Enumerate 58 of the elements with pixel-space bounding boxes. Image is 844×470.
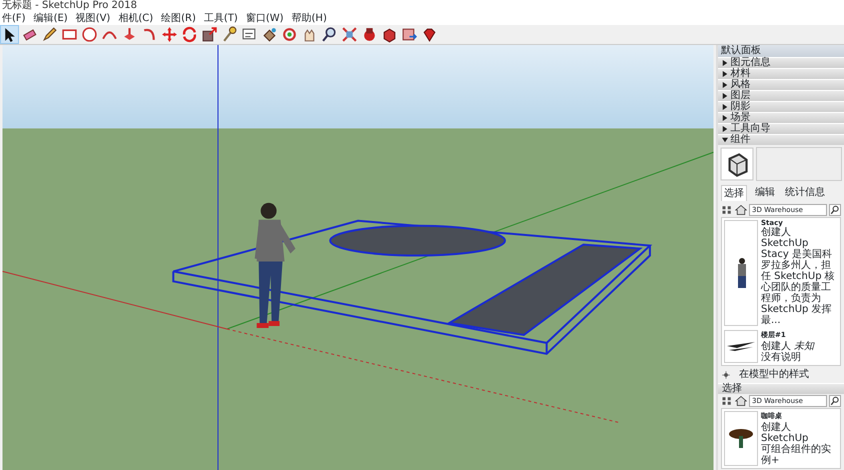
rotate-icon[interactable]: [181, 26, 198, 43]
home-icon[interactable]: [735, 204, 747, 216]
tape-measure-icon[interactable]: [221, 26, 238, 43]
item-author: 创建人 未知: [761, 341, 814, 352]
item-description: 没有说明: [761, 352, 802, 363]
package-icon[interactable]: [361, 26, 378, 43]
move-icon[interactable]: [161, 26, 178, 43]
expand-arrow-icon[interactable]: [722, 104, 728, 110]
shadow-thumbnail-icon: [727, 342, 755, 351]
menu-item[interactable]: 视图(V): [76, 12, 110, 25]
window-title: 无标题 - SketchUp Pro 2018: [0, 0, 844, 12]
cube-preview-icon: [720, 147, 754, 181]
tray-title: 默认面板: [718, 45, 844, 57]
cursor-icon[interactable]: [1, 26, 18, 43]
style-label: 在模型中的样式: [739, 368, 809, 382]
home-icon[interactable]: [735, 395, 747, 407]
panel-header[interactable]: 选择: [718, 383, 844, 394]
grid-view-icon[interactable]: [721, 395, 733, 407]
table-thumbnail-icon: [729, 429, 753, 448]
gear-icon[interactable]: [721, 370, 731, 380]
item-author: 创建人 SketchUp: [761, 422, 810, 444]
panel-header[interactable]: 组件: [730, 135, 750, 145]
panel-header[interactable]: 阴影: [730, 102, 750, 112]
tab[interactable]: 选择: [721, 185, 747, 201]
tab[interactable]: 编辑: [753, 185, 777, 201]
menu-item[interactable]: 窗口(W): [246, 12, 284, 25]
expand-arrow-icon[interactable]: [722, 115, 728, 121]
expand-arrow-icon[interactable]: [722, 82, 728, 88]
tab[interactable]: 统计信息: [783, 185, 827, 201]
panel-header[interactable]: 风格: [730, 80, 750, 90]
expand-arrow-icon[interactable]: [722, 71, 728, 77]
collapse-arrow-icon[interactable]: [722, 137, 728, 143]
scale-icon[interactable]: [201, 26, 218, 43]
panel-header[interactable]: 材料: [730, 69, 750, 79]
menu-item[interactable]: 帮助(H): [292, 12, 327, 25]
search-icon[interactable]: [829, 395, 841, 407]
upload-icon[interactable]: [401, 26, 418, 43]
circle-icon[interactable]: [81, 26, 98, 43]
menu-item[interactable]: 工具(T): [204, 12, 238, 25]
menu-item[interactable]: 相机(C): [118, 12, 154, 25]
expand-arrow-icon[interactable]: [722, 93, 728, 99]
menu-item[interactable]: 件(F): [2, 12, 26, 25]
expand-arrow-icon[interactable]: [722, 60, 728, 66]
orbit-icon[interactable]: [281, 26, 298, 43]
zoom-extents-icon[interactable]: [341, 26, 358, 43]
search-icon[interactable]: [321, 26, 338, 43]
panel-header[interactable]: 图层: [730, 91, 750, 101]
item-description: Stacy 是美国科罗拉多州人，担任 SketchUp 核心团队的质量工程师，负责为 SketchUp 发挥最...: [761, 249, 836, 326]
grid-view-icon[interactable]: [721, 204, 733, 216]
item-author: 创建人 SketchUp: [761, 227, 808, 249]
person-thumbnail-icon: [736, 258, 746, 288]
paint-bucket-icon[interactable]: [261, 26, 278, 43]
menu-item[interactable]: 绘图(R): [161, 12, 196, 25]
expand-arrow-icon[interactable]: [722, 126, 728, 132]
search-icon[interactable]: [829, 204, 841, 216]
menu-item[interactable]: 编辑(E): [34, 12, 68, 25]
item-description: 可组合组件的实例+: [761, 444, 832, 466]
panel-header[interactable]: 场景: [730, 113, 750, 123]
